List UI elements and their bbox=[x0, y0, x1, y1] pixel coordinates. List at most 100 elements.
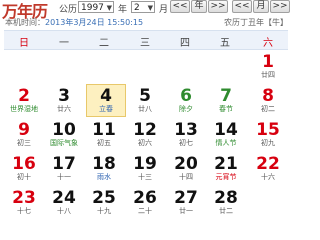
day-number: 9 bbox=[18, 120, 30, 140]
day-cell[interactable]: 22 十六 bbox=[248, 152, 288, 185]
day-number: 23 bbox=[12, 188, 36, 208]
lunar-date: 十六 bbox=[261, 173, 275, 181]
day-cell[interactable]: 27 廿一 bbox=[166, 186, 206, 219]
prev-year-button[interactable]: << bbox=[170, 0, 190, 13]
day-number: 4 bbox=[100, 86, 112, 106]
day-number: 17 bbox=[52, 154, 76, 174]
weekday-friday: 五 bbox=[220, 38, 230, 49]
lunar-date: 初二 bbox=[261, 105, 275, 113]
weekday-header: 日 一 二 三 四 五 六 bbox=[4, 30, 288, 50]
day-number: 12 bbox=[133, 120, 157, 140]
year-select[interactable]: 1997 ▼ bbox=[78, 1, 114, 13]
day-cell[interactable]: 13 初七 bbox=[166, 118, 206, 151]
day-number: 5 bbox=[139, 86, 151, 106]
day-number: 6 bbox=[180, 86, 192, 106]
day-number: 18 bbox=[92, 154, 116, 174]
day-number: 2 bbox=[18, 86, 30, 106]
lunar-date: 十一 bbox=[57, 173, 71, 181]
lunar-date: 廿四 bbox=[261, 71, 275, 79]
lunar-date: 十四 bbox=[179, 173, 193, 181]
day-number: 16 bbox=[12, 154, 36, 174]
day-number: 10 bbox=[52, 120, 76, 140]
lunar-date: 初三 bbox=[17, 139, 31, 147]
day-cell[interactable]: 5 廿八 bbox=[125, 84, 165, 117]
day-cell[interactable]: 1 廿四 bbox=[248, 50, 288, 83]
lunar-date: 国际气象 bbox=[50, 139, 78, 147]
weekday-wednesday: 三 bbox=[140, 38, 150, 49]
day-cell[interactable]: 7 春节 bbox=[206, 84, 246, 117]
lunar-date: 廿六 bbox=[57, 105, 71, 113]
day-cell[interactable]: 23 十七 bbox=[4, 186, 44, 219]
day-cell[interactable]: 3 廿六 bbox=[44, 84, 84, 117]
day-cell-today[interactable]: 4 立春 bbox=[86, 84, 126, 117]
day-cell[interactable]: 26 二十 bbox=[125, 186, 165, 219]
day-cell[interactable]: 17 十一 bbox=[44, 152, 84, 185]
day-cell[interactable]: 16 初十 bbox=[4, 152, 44, 185]
day-number: 19 bbox=[133, 154, 157, 174]
lunar-date: 初七 bbox=[179, 139, 193, 147]
day-cell[interactable]: 10 国际气象 bbox=[44, 118, 84, 151]
day-cell[interactable]: 9 初三 bbox=[4, 118, 44, 151]
dropdown-arrow-icon: ▼ bbox=[147, 4, 153, 12]
toolbar: 万年历 公历 1997 ▼ 年 2 ▼ 月 << 年 >> << 月 >> bbox=[0, 0, 292, 21]
lunar-year-info: 农历丁丑年【牛】 bbox=[224, 18, 288, 27]
day-number: 24 bbox=[52, 188, 76, 208]
lunar-date: 春节 bbox=[219, 105, 233, 113]
day-cell[interactable]: 2 世界湿地 bbox=[4, 84, 44, 117]
day-cell[interactable]: 6 除夕 bbox=[166, 84, 206, 117]
day-cell[interactable]: 11 初五 bbox=[84, 118, 124, 151]
lunar-date: 初九 bbox=[261, 139, 275, 147]
day-cell[interactable]: 12 初六 bbox=[125, 118, 165, 151]
weekday-thursday: 四 bbox=[180, 38, 190, 49]
day-number: 7 bbox=[220, 86, 232, 106]
day-cell[interactable]: 28 廿二 bbox=[206, 186, 246, 219]
local-time: 本机时间：2013年3月24日 15:50:15 bbox=[5, 17, 143, 28]
day-cell[interactable]: 19 十三 bbox=[125, 152, 165, 185]
local-time-value: 2013年3月24日 15:50:15 bbox=[45, 18, 144, 27]
calendar-type-label: 公历 bbox=[59, 5, 78, 15]
day-cell[interactable]: 21 元宵节 bbox=[206, 152, 246, 185]
day-number: 21 bbox=[214, 154, 238, 174]
next-month-button[interactable]: >> bbox=[270, 0, 290, 13]
dropdown-arrow-icon: ▼ bbox=[106, 4, 112, 12]
day-cell[interactable]: 20 十四 bbox=[166, 152, 206, 185]
day-number: 1 bbox=[262, 52, 274, 72]
day-cell[interactable]: 25 十九 bbox=[84, 186, 124, 219]
lunar-date: 十七 bbox=[17, 207, 31, 215]
lunar-date: 雨水 bbox=[97, 173, 111, 181]
weekday-tuesday: 二 bbox=[99, 38, 109, 49]
day-number: 8 bbox=[262, 86, 274, 106]
day-number: 3 bbox=[58, 86, 70, 106]
day-cell[interactable]: 18 雨水 bbox=[84, 152, 124, 185]
month-select[interactable]: 2 ▼ bbox=[131, 1, 155, 13]
month-nav-label[interactable]: 月 bbox=[253, 0, 269, 13]
weekday-monday: 一 bbox=[59, 38, 69, 49]
lunar-date: 十九 bbox=[97, 207, 111, 215]
lunar-date: 初六 bbox=[138, 139, 152, 147]
year-nav-label[interactable]: 年 bbox=[191, 0, 207, 13]
day-cell[interactable]: 15 初九 bbox=[248, 118, 288, 151]
day-cell[interactable]: 14 情人节 bbox=[206, 118, 246, 151]
day-cell[interactable]: 24 十八 bbox=[44, 186, 84, 219]
weekday-saturday: 六 bbox=[263, 38, 273, 49]
month-unit-label: 月 bbox=[159, 5, 169, 15]
next-year-button[interactable]: >> bbox=[208, 0, 228, 13]
day-number: 14 bbox=[214, 120, 238, 140]
day-number: 13 bbox=[174, 120, 198, 140]
day-number: 28 bbox=[214, 188, 238, 208]
day-number: 11 bbox=[92, 120, 116, 140]
year-select-value: 1997 bbox=[81, 3, 104, 13]
local-time-label: 本机时间： bbox=[5, 18, 45, 27]
lunar-date: 立春 bbox=[99, 105, 113, 113]
day-cell[interactable]: 8 初二 bbox=[248, 84, 288, 117]
lunar-date: 初十 bbox=[17, 173, 31, 181]
lunar-date: 初五 bbox=[97, 139, 111, 147]
lunar-date: 十三 bbox=[138, 173, 152, 181]
day-number: 15 bbox=[256, 120, 280, 140]
lunar-date: 世界湿地 bbox=[10, 105, 38, 113]
day-number: 20 bbox=[174, 154, 198, 174]
lunar-date: 十八 bbox=[57, 207, 71, 215]
lunar-date: 廿八 bbox=[138, 105, 152, 113]
prev-month-button[interactable]: << bbox=[232, 0, 252, 13]
lunar-date: 除夕 bbox=[179, 105, 193, 113]
